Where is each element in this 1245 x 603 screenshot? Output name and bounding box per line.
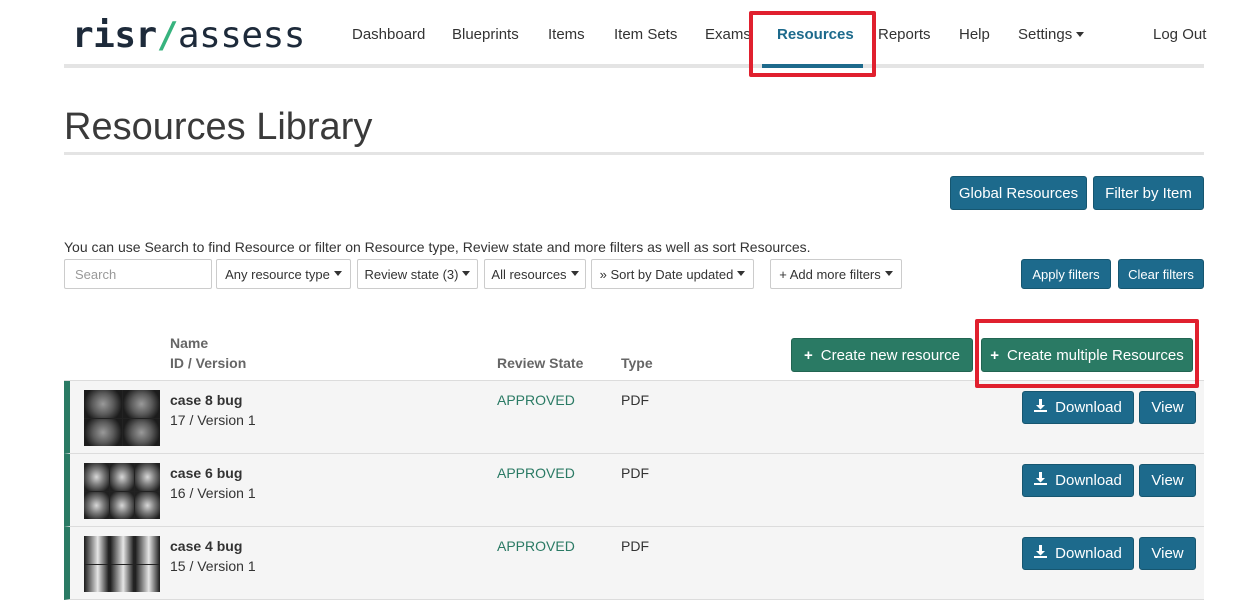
nav-blueprints[interactable]: Blueprints — [452, 26, 519, 43]
resource-thumbnail — [84, 463, 160, 519]
download-label: Download — [1055, 399, 1122, 416]
resource-name[interactable]: case 4 bug — [170, 538, 242, 554]
create-multiple-resources-label: Create multiple Resources — [1007, 346, 1184, 364]
column-header-name: Name — [170, 335, 209, 351]
review-state-dropdown[interactable]: Review state (3) — [357, 259, 478, 289]
column-header-id-version: ID / Version — [170, 355, 247, 371]
resource-name[interactable]: case 6 bug — [170, 465, 242, 481]
resource-name[interactable]: case 8 bug — [170, 392, 242, 408]
column-header-type: Type — [621, 355, 653, 371]
download-button[interactable]: Download — [1022, 537, 1134, 570]
table-row: case 4 bug 15 / Version 1 APPROVED PDF D… — [64, 527, 1204, 600]
caret-down-icon — [570, 270, 579, 276]
global-resources-button[interactable]: Global Resources — [950, 176, 1087, 210]
nav-settings-label: Settings — [1018, 26, 1073, 43]
logo-slash: / — [156, 15, 179, 56]
resource-thumbnail — [84, 390, 160, 446]
resource-type-label: Any resource type — [225, 266, 330, 282]
header-divider — [64, 64, 1204, 68]
caret-down-icon — [884, 270, 893, 276]
download-icon — [1034, 472, 1048, 489]
download-label: Download — [1055, 545, 1122, 562]
sort-dropdown[interactable]: » Sort by Date updated — [591, 259, 754, 289]
table-row: case 8 bug 17 / Version 1 APPROVED PDF D… — [64, 381, 1204, 454]
review-state-label: Review state (3) — [364, 266, 459, 282]
resource-type: PDF — [621, 465, 649, 481]
review-state-badge: APPROVED — [497, 392, 575, 408]
create-multiple-resources-button[interactable]: + Create multiple Resources — [981, 338, 1193, 372]
download-icon — [1034, 545, 1048, 562]
plus-icon: + — [804, 346, 813, 364]
sort-label: » Sort by Date updated — [599, 266, 734, 282]
nav-item-sets[interactable]: Item Sets — [614, 26, 677, 43]
resource-type: PDF — [621, 392, 649, 408]
caret-down-icon — [462, 270, 471, 276]
nav-reports[interactable]: Reports — [878, 26, 931, 43]
active-nav-indicator — [762, 64, 863, 68]
logo-part-risr: risr — [72, 15, 157, 56]
resource-type-dropdown[interactable]: Any resource type — [216, 259, 351, 289]
table-row: case 6 bug 16 / Version 1 APPROVED PDF D… — [64, 454, 1204, 527]
add-filters-dropdown[interactable]: + Add more filters — [770, 259, 902, 289]
resource-type: PDF — [621, 538, 649, 554]
review-state-badge: APPROVED — [497, 538, 575, 554]
download-icon — [1034, 399, 1048, 416]
app-logo[interactable]: risr/assess — [72, 16, 305, 56]
resource-id-version: 17 / Version 1 — [170, 412, 256, 428]
caret-down-icon — [333, 270, 342, 276]
apply-filters-button[interactable]: Apply filters — [1021, 259, 1111, 289]
nav-resources[interactable]: Resources — [777, 26, 854, 43]
view-button[interactable]: View — [1139, 537, 1196, 570]
nav-items[interactable]: Items — [548, 26, 585, 43]
logout-link[interactable]: Log Out — [1153, 26, 1206, 43]
column-header-review-state: Review State — [497, 355, 584, 371]
plus-icon: + — [990, 346, 999, 364]
create-new-resource-button[interactable]: + Create new resource — [791, 338, 973, 372]
clear-filters-button[interactable]: Clear filters — [1118, 259, 1204, 289]
resource-id-version: 16 / Version 1 — [170, 485, 256, 501]
resource-id-version: 15 / Version 1 — [170, 558, 256, 574]
search-input[interactable] — [64, 259, 212, 289]
title-divider — [64, 152, 1204, 155]
logo-part-assess: assess — [177, 15, 306, 56]
nav-settings[interactable]: Settings — [1018, 26, 1085, 43]
download-button[interactable]: Download — [1022, 391, 1134, 424]
nav-help[interactable]: Help — [959, 26, 990, 43]
caret-down-icon — [1076, 31, 1085, 37]
all-resources-dropdown[interactable]: All resources — [484, 259, 586, 289]
filter-help-text: You can use Search to find Resource or f… — [64, 239, 811, 255]
all-resources-label: All resources — [491, 266, 567, 282]
create-new-resource-label: Create new resource — [820, 346, 960, 364]
nav-exams[interactable]: Exams — [705, 26, 751, 43]
view-button[interactable]: View — [1139, 391, 1196, 424]
page-title: Resources Library — [64, 106, 373, 148]
add-filters-label: + Add more filters — [779, 266, 881, 282]
download-label: Download — [1055, 472, 1122, 489]
caret-down-icon — [737, 270, 746, 276]
resource-thumbnail — [84, 536, 160, 592]
filter-by-item-button[interactable]: Filter by Item — [1093, 176, 1204, 210]
view-button[interactable]: View — [1139, 464, 1196, 497]
download-button[interactable]: Download — [1022, 464, 1134, 497]
nav-dashboard[interactable]: Dashboard — [352, 26, 425, 43]
review-state-badge: APPROVED — [497, 465, 575, 481]
